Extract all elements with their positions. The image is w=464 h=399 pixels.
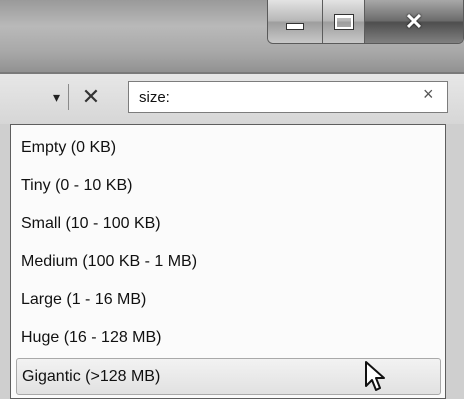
history-dropdown-button[interactable]: ▾ [0, 80, 68, 114]
search-input[interactable]: size: [128, 81, 448, 113]
close-icon: ✕ [404, 8, 424, 34]
mouse-cursor-icon [365, 361, 385, 391]
clear-search-icon[interactable]: × [423, 84, 434, 105]
close-button[interactable]: ✕ [365, 0, 463, 43]
size-option-huge[interactable]: Huge (16 - 128 MB) [11, 319, 445, 356]
maximize-button[interactable] [323, 0, 365, 43]
minimize-button[interactable] [268, 0, 323, 43]
chevron-down-icon: ▾ [52, 88, 60, 105]
size-option-empty[interactable]: Empty (0 KB) [11, 129, 445, 166]
window-controls: ✕ [267, 0, 464, 44]
stop-button[interactable]: ✕ [69, 80, 113, 114]
size-option-small[interactable]: Small (10 - 100 KB) [11, 205, 445, 242]
size-option-tiny[interactable]: Tiny (0 - 10 KB) [11, 167, 445, 204]
maximize-icon [333, 13, 354, 30]
size-option-medium[interactable]: Medium (100 KB - 1 MB) [11, 243, 445, 280]
size-option-large[interactable]: Large (1 - 16 MB) [11, 281, 445, 318]
minimize-icon [286, 23, 304, 30]
size-filter-dropdown: Empty (0 KB) Tiny (0 - 10 KB) Small (10 … [10, 124, 446, 399]
search-query-text: size: [139, 89, 170, 106]
close-icon: ✕ [81, 84, 101, 109]
